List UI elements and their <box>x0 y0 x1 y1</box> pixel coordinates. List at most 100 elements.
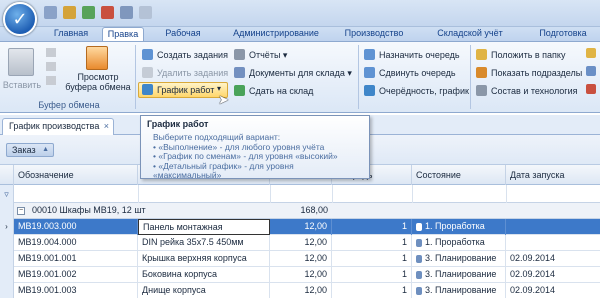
cell-code[interactable]: МВ19.003.000 <box>14 219 138 235</box>
tab-edit[interactable]: Правка <box>102 27 144 41</box>
row-indicator <box>0 235 14 251</box>
subdivisions-icon <box>476 67 487 78</box>
header-indicator <box>0 165 14 185</box>
clipboard-preview-button-line2[interactable]: буфера обмена <box>62 82 134 92</box>
cell-start-date[interactable]: 02.09.2014 <box>506 267 600 283</box>
cell-start-date[interactable] <box>506 235 600 251</box>
tab-administration[interactable]: Администрирование <box>220 27 332 41</box>
tab-warehouse[interactable]: Складской учёт <box>420 27 520 41</box>
quick-access-icon[interactable] <box>63 6 76 19</box>
cell-code[interactable]: МВ19.001.003 <box>14 283 138 298</box>
cell-name[interactable]: DIN рейка 35x7.5 450мм <box>138 235 270 251</box>
quick-access-icon[interactable] <box>101 6 114 19</box>
ribbon-overflow-icon[interactable] <box>586 66 596 76</box>
tab-preparation[interactable]: Подготовка <box>530 27 596 41</box>
cell-start-date[interactable] <box>506 219 600 235</box>
clipboard-preview-icon[interactable] <box>86 46 108 70</box>
table-row[interactable]: МВ19.001.003 Днище корпуса 12,00 1 3. Пл… <box>0 283 600 298</box>
group-by-chip[interactable]: Заказ ▲ <box>6 143 54 157</box>
ribbon-overflow-icon[interactable] <box>586 48 596 58</box>
assign-queue-button[interactable]: Назначить очередь <box>364 48 460 62</box>
cell-name[interactable]: Крышка верхняя корпуса <box>138 251 270 267</box>
cell-name-editing[interactable]: Панель монтажная <box>138 219 270 235</box>
sort-up-icon[interactable]: ▲ <box>42 144 49 156</box>
cell-name[interactable]: Днище корпуса <box>138 283 270 298</box>
cell-queue[interactable]: 1 <box>332 235 412 251</box>
reports-icon <box>234 49 245 60</box>
close-icon[interactable]: × <box>104 119 109 134</box>
row-indicator <box>0 203 14 219</box>
delete-tasks-button[interactable]: Удалить задания <box>142 66 228 80</box>
column-header-state[interactable]: Состояние <box>412 165 506 185</box>
shift-queue-icon <box>364 67 375 78</box>
quick-access-icon[interactable] <box>82 6 95 19</box>
cell-state[interactable]: 3. Планирование <box>412 267 506 283</box>
clipboard-group-label: Буфер обмена <box>38 100 100 110</box>
paste-button[interactable]: Вставить <box>2 80 42 90</box>
cell-queue[interactable]: 1 <box>332 219 412 235</box>
filter-icon[interactable]: ▿ <box>0 185 14 203</box>
quick-access-icon[interactable] <box>139 6 152 19</box>
ribbon-tab-strip: Главная Правка Рабочая Администрирование… <box>0 27 600 41</box>
filter-row[interactable]: ▿ <box>0 185 600 203</box>
column-header-code[interactable]: Обозначение <box>14 165 138 185</box>
table-row[interactable]: › МВ19.003.000 Панель монтажная 12,00 1 … <box>0 219 600 235</box>
group-row[interactable]: − 00010 Шкафы МВ19, 12 шт 168,00 <box>0 203 600 219</box>
table-row[interactable]: МВ19.001.001 Крышка верхняя корпуса 12,0… <box>0 251 600 267</box>
hand-over-button[interactable]: Сдать на склад <box>234 84 313 98</box>
folder-icon <box>476 49 487 60</box>
collapse-icon[interactable]: − <box>17 207 25 215</box>
current-row-icon: › <box>0 219 14 235</box>
cell-state[interactable]: 3. Планирование <box>412 283 506 298</box>
cell-quantity[interactable]: 12,00 <box>270 251 332 267</box>
cell-queue[interactable]: 1 <box>332 283 412 298</box>
quick-access-icon[interactable] <box>44 6 57 19</box>
cell-name[interactable]: Боковина корпуса <box>138 267 270 283</box>
format-painter-icon[interactable] <box>46 76 56 85</box>
paste-icon[interactable] <box>8 48 34 76</box>
app-logo-icon[interactable]: ✓ <box>3 2 37 36</box>
put-in-folder-button[interactable]: Положить в папку <box>476 48 565 62</box>
cell-state[interactable]: 3. Планирование <box>412 251 506 267</box>
copy-icon[interactable] <box>46 62 56 71</box>
table-row[interactable]: МВ19.004.000 DIN рейка 35x7.5 450мм 12,0… <box>0 235 600 251</box>
wrench-icon <box>476 85 487 96</box>
cell-queue[interactable]: 1 <box>332 251 412 267</box>
cell-start-date[interactable]: 02.09.2014 <box>506 283 600 298</box>
cell-code[interactable]: МВ19.001.002 <box>14 267 138 283</box>
reports-button[interactable]: Отчёты ▾ <box>234 48 287 62</box>
state-icon <box>416 287 422 295</box>
cell-code[interactable]: МВ19.001.001 <box>14 251 138 267</box>
warehouse-docs-icon <box>234 67 245 78</box>
state-icon <box>416 239 422 247</box>
create-tasks-button[interactable]: Создать задания <box>142 48 228 62</box>
queue-schedule-button[interactable]: Очерёдность, график <box>364 84 469 98</box>
cell-quantity[interactable]: 12,00 <box>270 283 332 298</box>
table-row[interactable]: МВ19.001.002 Боковина корпуса 12,00 1 3.… <box>0 267 600 283</box>
clipboard-preview-button-line1[interactable]: Просмотр <box>64 72 132 82</box>
cut-icon[interactable] <box>46 48 56 57</box>
shift-queue-button[interactable]: Сдвинуть очередь <box>364 66 456 80</box>
cell-quantity[interactable]: 12,00 <box>270 219 332 235</box>
group-row-label: 00010 Шкафы МВ19, 12 шт <box>32 205 146 215</box>
cell-state[interactable]: 1. Проработка <box>412 219 506 235</box>
document-tab-label: График производства <box>9 121 100 131</box>
cell-start-date[interactable]: 02.09.2014 <box>506 251 600 267</box>
cell-quantity[interactable]: 12,00 <box>270 235 332 251</box>
tooltip-title: График работ <box>147 119 209 129</box>
show-subdivisions-button[interactable]: Показать подразделы <box>476 66 582 80</box>
composition-tech-button[interactable]: Состав и технология <box>476 84 578 98</box>
quick-access-icon[interactable] <box>120 6 133 19</box>
tab-production[interactable]: Производство <box>334 27 414 41</box>
cell-queue[interactable]: 1 <box>332 267 412 283</box>
tab-work[interactable]: Рабочая <box>154 27 212 41</box>
ribbon-overflow-icon[interactable] <box>586 84 596 94</box>
warehouse-docs-button[interactable]: Документы для склада ▾ <box>234 66 352 80</box>
cell-state[interactable]: 1. Проработка <box>412 235 506 251</box>
document-tab[interactable]: График производства × <box>2 118 114 135</box>
state-icon <box>416 255 422 263</box>
cell-quantity[interactable]: 12,00 <box>270 267 332 283</box>
cell-code[interactable]: МВ19.004.000 <box>14 235 138 251</box>
tab-home[interactable]: Главная <box>48 27 94 41</box>
column-header-start-date[interactable]: Дата запуска <box>506 165 600 185</box>
